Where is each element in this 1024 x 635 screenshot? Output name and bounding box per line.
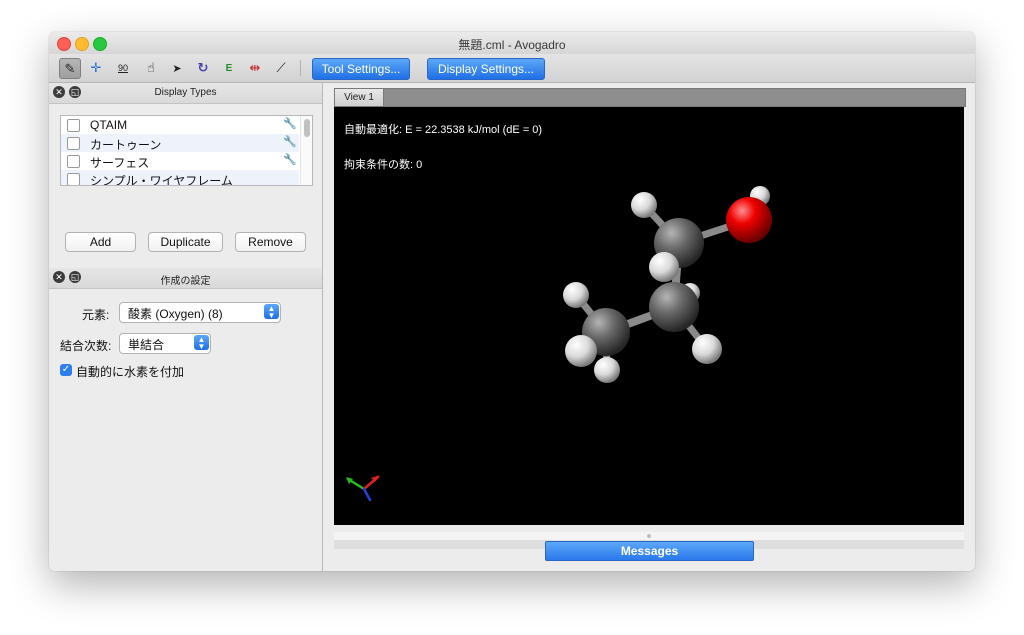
energy-icon: E [225,62,233,74]
manipulate-tool-button[interactable]: ☝ [141,58,161,78]
hand-icon: ☝ [147,60,155,75]
measure-icon: 90 [117,63,128,73]
updown-chevron-icon: ▲ ▼ [194,335,209,350]
display-settings-button[interactable]: Display Settings... [427,58,545,80]
rotate-icon: ↻ [197,60,209,75]
hydrogen-atom [692,334,722,364]
bond-icon: ⟋ [276,60,286,75]
hydrogen-atom [649,252,679,282]
display-type-checkbox[interactable] [67,119,80,132]
optimize-tool-button[interactable]: E [219,58,239,78]
display-types-header: ✕ ◱ Display Types [49,83,322,104]
duplicate-display-type-button[interactable]: Duplicate [148,232,223,252]
align-tool-button[interactable]: ⇹ [245,58,265,78]
display-types-title: Display Types [154,87,217,98]
toolbar-separator [300,60,301,76]
draw-settings-header: ✕ ◱ 作成の設定 [49,268,322,289]
select-tool-button[interactable]: ➤ [167,58,187,78]
display-type-label: シンプル・ワイヤフレーム [90,174,233,186]
wrench-icon[interactable]: 🔧 [283,135,297,148]
molecule-viewport[interactable]: 自動最適化: E = 22.3538 kJ/mol (dE = 0) 拘束条件の… [334,107,964,525]
tool-settings-button[interactable]: Tool Settings... [312,58,410,80]
display-type-label: サーフェス [90,156,150,170]
wrench-icon[interactable]: 🔧 [283,117,297,130]
left-dock: ✕ ◱ Display Types QTAIM 🔧 カートゥーン 🔧 サーフェス… [49,83,323,571]
bond-order-select[interactable]: 単結合 ▲ ▼ [119,333,211,354]
list-item[interactable]: シンプル・ワイヤフレーム [61,170,299,186]
list-item[interactable]: カートゥーン 🔧 [61,134,299,152]
list-scrollbar[interactable] [300,116,312,185]
draw-tool-button[interactable]: ✎ [59,58,81,79]
title-bar[interactable]: 無題.cml - Avogadro [49,32,975,54]
wrench-icon[interactable]: 🔧 [283,153,297,166]
element-label: 元素: [82,308,110,322]
remove-display-type-button[interactable]: Remove [235,232,306,252]
hydrogen-atom [563,282,589,308]
element-select[interactable]: 酸素 (Oxygen) (8) ▲ ▼ [119,302,281,323]
splitter-grip-icon [647,534,651,538]
align-icon: ⇹ [249,60,261,75]
axes-indicator-icon [346,475,380,502]
list-item[interactable]: サーフェス 🔧 [61,152,299,170]
scrollbar-thumb[interactable] [304,119,310,137]
element-select-value: 酸素 (Oxygen) (8) [128,307,223,321]
list-item[interactable]: QTAIM 🔧 [61,116,299,134]
display-type-checkbox[interactable] [67,137,80,150]
hydrogen-atom [565,335,597,367]
tab-view-1[interactable]: View 1 [335,89,384,106]
display-types-list[interactable]: QTAIM 🔧 カートゥーン 🔧 サーフェス 🔧 シンプル・ワイヤフレーム [60,115,313,186]
draw-settings-title: 作成の設定 [160,276,211,287]
navigate-tool-button[interactable]: ✛ [86,58,106,78]
carbon-atom [649,282,699,332]
pencil-icon: ✎ [64,60,76,76]
updown-chevron-icon: ▲ ▼ [264,304,279,319]
main-view-area: View 1 自動最適化: E = 22.3538 kJ/mol (dE = 0… [323,83,975,571]
display-type-label: カートゥーン [90,138,162,152]
bond-order-select-value: 単結合 [128,338,165,352]
app-window: 無題.cml - Avogadro ✎ ✛ 90 ☝ ➤ ↻ E ⇹ ⟋ Too… [49,32,975,571]
hydrogen-atom [631,192,657,218]
hydrogen-atom [594,357,620,383]
main-toolbar: ✎ ✛ 90 ☝ ➤ ↻ E ⇹ ⟋ Tool Settings... Disp… [49,54,975,83]
messages-button[interactable]: Messages [545,541,754,561]
measure-tool-button[interactable]: 90 [113,58,133,78]
crosshair-icon: ✛ [90,60,102,75]
rotate-tool-button[interactable]: ↻ [193,58,213,78]
display-type-label: QTAIM [90,118,128,132]
display-type-checkbox[interactable] [67,173,80,185]
oxygen-atom [726,197,772,243]
auto-hydrogen-checkbox[interactable]: ✓ [60,364,72,376]
bond-tool-button[interactable]: ⟋ [271,58,291,78]
bond-order-label: 結合次数: [60,339,112,353]
arrow-icon: ➤ [172,62,182,75]
molecule-render[interactable] [334,107,964,525]
auto-hydrogen-label: 自動的に水素を付加 [76,365,185,379]
view-splitter-handle[interactable] [334,532,964,540]
display-type-checkbox[interactable] [67,155,80,168]
add-display-type-button[interactable]: Add [65,232,136,252]
window-title: 無題.cml - Avogadro [458,38,566,52]
view-tab-bar: View 1 [334,88,966,107]
